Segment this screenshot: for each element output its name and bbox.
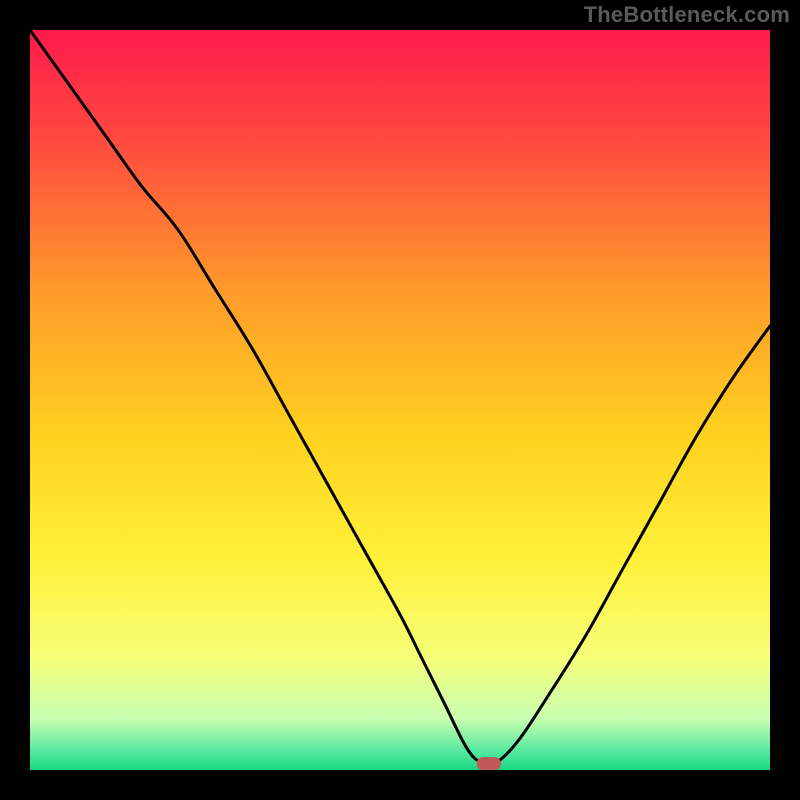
chart-svg [30,30,770,770]
watermark-text: TheBottleneck.com [584,2,790,28]
gradient-background [30,30,770,770]
optimal-point-marker [477,757,501,770]
plot-area [30,30,770,770]
chart-frame: TheBottleneck.com [0,0,800,800]
